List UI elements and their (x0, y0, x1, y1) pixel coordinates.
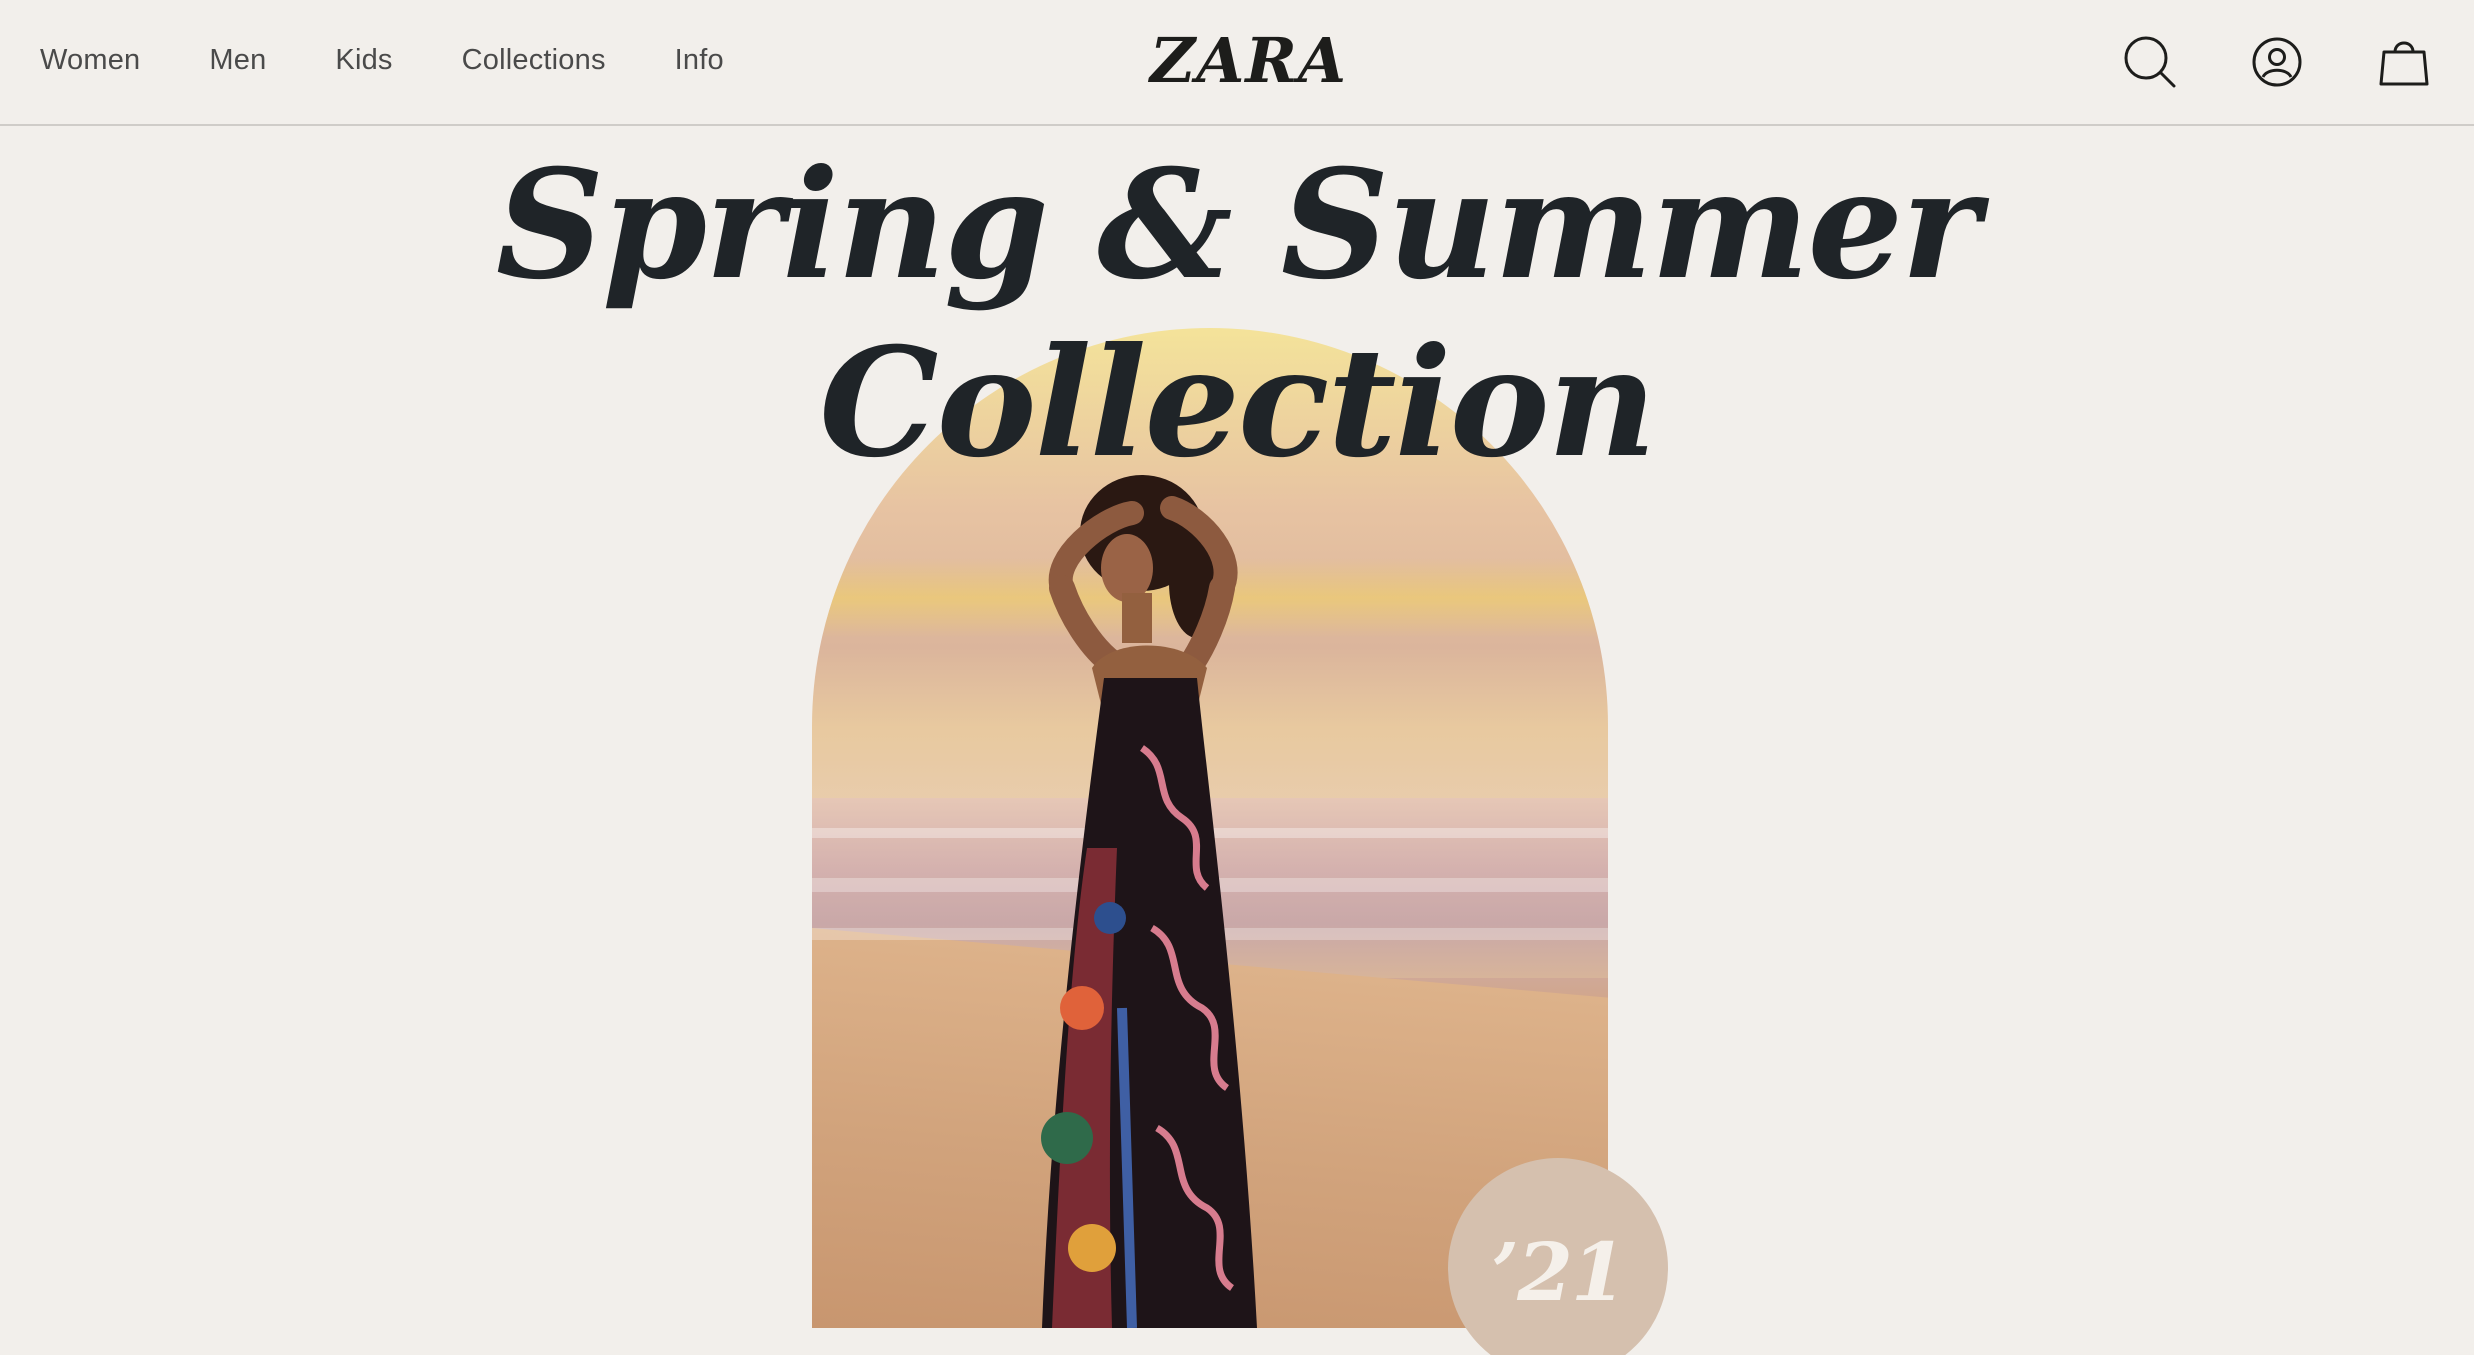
nav-women-link[interactable]: Women (40, 44, 140, 77)
nav-info-link[interactable]: Info (675, 44, 724, 77)
main-nav: Women Men Kids Collections Info (40, 0, 793, 120)
page: Women Men Kids Collections Info ZARA Spr… (0, 0, 2474, 1355)
site-header: Women Men Kids Collections Info ZARA (0, 0, 2474, 126)
nav-collections-link[interactable]: Collections (462, 44, 606, 77)
shopping-bag-icon (2379, 41, 2429, 86)
model-figure (1041, 475, 1257, 1328)
nav-men-link[interactable]: Men (209, 44, 266, 77)
account-icon (2252, 37, 2302, 87)
cart-button[interactable] (2376, 34, 2432, 90)
account-button[interactable] (2249, 34, 2305, 90)
year-badge: ’21 (1448, 1158, 1668, 1355)
year-badge-text: ’21 (1491, 1225, 1626, 1319)
brand-logo[interactable]: ZARA (1150, 26, 1346, 96)
hero-title-line-1: Spring & Summer (495, 137, 1980, 313)
search-icon (2124, 36, 2176, 88)
search-button[interactable] (2122, 34, 2178, 90)
hero-title-line-2: Collection (819, 315, 1657, 491)
nav-kids-link[interactable]: Kids (335, 44, 392, 77)
